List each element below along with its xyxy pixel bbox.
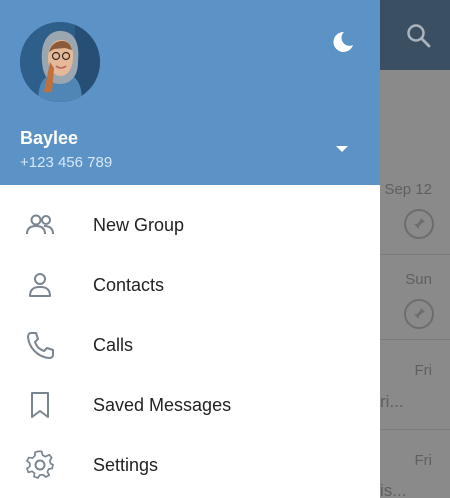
chat-date: Fri [414, 362, 433, 379]
account-expand-icon[interactable] [335, 144, 349, 154]
chat-date: Sep 12 [384, 181, 432, 198]
menu-item-settings[interactable]: Settings [0, 435, 380, 495]
menu-item-label: Calls [93, 335, 134, 355]
chat-date: Sun [405, 271, 432, 288]
drawer-menu: New Group Contacts Calls Saved Messages [0, 195, 380, 495]
menu-item-saved-messages[interactable]: Saved Messages [0, 375, 380, 435]
search-icon[interactable] [405, 22, 433, 50]
drawer-header: Baylee +123 456 789 [0, 0, 380, 185]
chat-snippet: ri... [380, 392, 404, 411]
menu-item-label: Saved Messages [93, 395, 232, 415]
chat-row[interactable]: Sep 12 [380, 165, 450, 255]
user-phone: +123 456 789 [20, 154, 113, 171]
contacts-icon [29, 273, 51, 297]
new-group-icon [26, 214, 54, 235]
chat-date: Fri [414, 452, 433, 469]
chat-snippet: is... [380, 481, 407, 498]
menu-item-contacts[interactable]: Contacts [0, 255, 380, 315]
user-name: Baylee [20, 128, 79, 148]
settings-icon [26, 450, 54, 479]
night-mode-toggle[interactable] [330, 30, 354, 54]
chat-row[interactable]: Sun [380, 255, 450, 340]
chat-row[interactable]: Fri [380, 340, 450, 430]
menu-item-label: New Group [93, 215, 185, 235]
pin-icon [404, 299, 434, 329]
menu-item-calls[interactable]: Calls [0, 315, 380, 375]
calls-icon [27, 332, 54, 359]
menu-item-new-group[interactable]: New Group [0, 195, 380, 255]
menu-item-label: Contacts [93, 275, 165, 295]
saved-messages-icon [31, 392, 49, 418]
menu-item-label: Settings [93, 455, 159, 475]
avatar[interactable] [20, 22, 100, 102]
pin-icon [404, 209, 434, 239]
navigation-drawer: Baylee +123 456 789 New Group Contacts C… [0, 0, 380, 498]
